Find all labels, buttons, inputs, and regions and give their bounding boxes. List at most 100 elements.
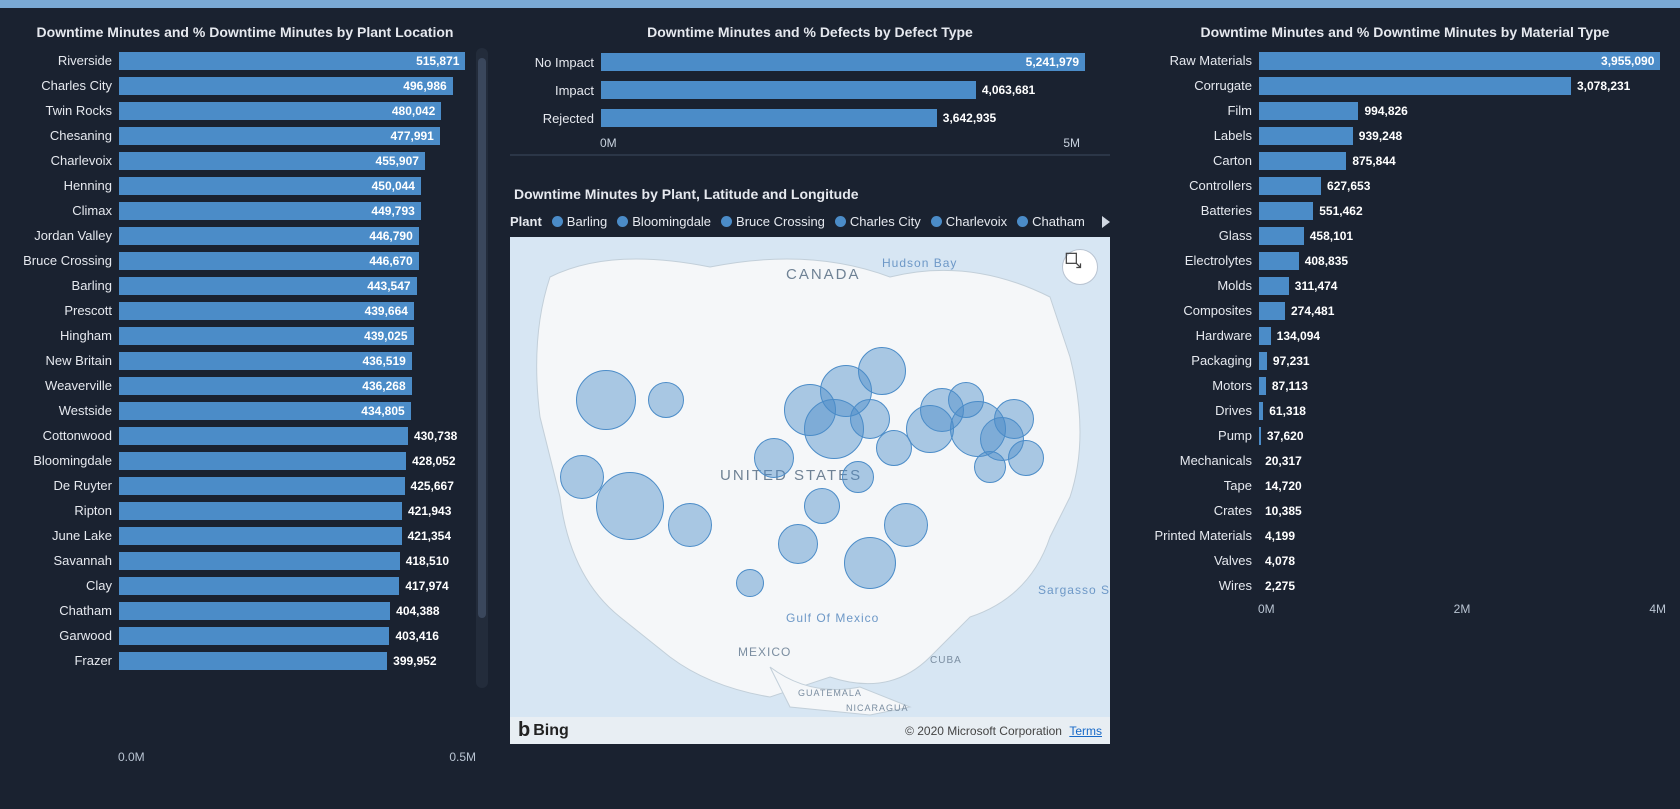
bar-value: 450,044 (372, 179, 415, 193)
bar-row[interactable]: Hingham439,025 (8, 323, 476, 348)
material-chart-area[interactable]: Raw Materials3,955,090Corrugate3,078,231… (1138, 48, 1672, 620)
bar-row[interactable]: Cottonwood430,738 (8, 423, 476, 448)
bar-row[interactable]: Bloomingdale428,052 (8, 448, 476, 473)
bar-row[interactable]: Weaverville436,268 (8, 373, 476, 398)
bar-row[interactable]: Valves4,078 (1138, 548, 1666, 573)
bar-row[interactable]: De Ruyter425,667 (8, 473, 476, 498)
bar-row[interactable]: Composites274,481 (1138, 298, 1666, 323)
focus-mode-icon[interactable] (1062, 249, 1098, 285)
bar-track: 551,462 (1258, 201, 1666, 221)
bar-category: Glass (1138, 228, 1258, 243)
bar-fill: 421,943 (118, 501, 403, 521)
map-bubble[interactable] (736, 569, 764, 597)
bar-fill: 443,547 (118, 276, 418, 296)
bar-row[interactable]: Charlevoix455,907 (8, 148, 476, 173)
defect-bars[interactable]: No Impact5,241,979Impact4,063,681Rejecte… (510, 48, 1110, 132)
bar-row[interactable]: Crates10,385 (1138, 498, 1666, 523)
bar-row[interactable]: Rejected3,642,935 (510, 104, 1110, 132)
legend-next-arrow-icon[interactable] (1102, 216, 1110, 228)
bar-row[interactable]: Frazer399,952 (8, 648, 476, 673)
bar-row[interactable]: Impact4,063,681 (510, 76, 1110, 104)
bar-row[interactable]: No Impact5,241,979 (510, 48, 1110, 76)
legend-item[interactable]: Charles City (835, 214, 921, 229)
bar-row[interactable]: Henning 450,044 (8, 173, 476, 198)
bar-row[interactable]: Westside434,805 (8, 398, 476, 423)
bar-row[interactable]: Packaging97,231 (1138, 348, 1666, 373)
legend-dot-icon (552, 216, 563, 227)
plant-scroll-thumb[interactable] (478, 58, 486, 618)
legend-item[interactable]: Chatham (1017, 214, 1085, 229)
bar-row[interactable]: Wires2,275 (1138, 573, 1666, 598)
bar-track: 418,510 (118, 551, 476, 571)
bar-row[interactable]: Labels939,248 (1138, 123, 1666, 148)
bar-row[interactable]: Tape14,720 (1138, 473, 1666, 498)
bar-row[interactable]: Carton875,844 (1138, 148, 1666, 173)
legend-item[interactable]: Bloomingdale (617, 214, 711, 229)
bar-row[interactable]: June Lake421,354 (8, 523, 476, 548)
bar-category: Batteries (1138, 203, 1258, 218)
bar-row[interactable]: Charles City496,986 (8, 73, 476, 98)
bar-fill: 515,871 (118, 51, 466, 71)
map-bubble[interactable] (668, 503, 712, 547)
bar-row[interactable]: Mechanicals20,317 (1138, 448, 1666, 473)
bar-row[interactable]: Savannah418,510 (8, 548, 476, 573)
bar-row[interactable]: Drives61,318 (1138, 398, 1666, 423)
bar-value: 404,388 (396, 604, 439, 618)
bar-row[interactable]: Glass458,101 (1138, 223, 1666, 248)
map-bubble[interactable] (560, 455, 604, 499)
map-bubble[interactable] (844, 537, 896, 589)
bar-row[interactable]: Film994,826 (1138, 98, 1666, 123)
bar-value: 449,793 (371, 204, 414, 218)
map-bubble[interactable] (1008, 440, 1044, 476)
bar-row[interactable]: Raw Materials3,955,090 (1138, 48, 1666, 73)
bar-row[interactable]: Hardware134,094 (1138, 323, 1666, 348)
bar-row[interactable]: Motors87,113 (1138, 373, 1666, 398)
bar-row[interactable]: Garwood403,416 (8, 623, 476, 648)
bar-value: 875,844 (1352, 154, 1395, 168)
bar-category: Controllers (1138, 178, 1258, 193)
bar-row[interactable]: Bruce Crossing446,670 (8, 248, 476, 273)
map-bubble[interactable] (884, 503, 928, 547)
map-bubble[interactable] (648, 382, 684, 418)
legend-item[interactable]: Barling (552, 214, 607, 229)
bar-row[interactable]: Pump37,620 (1138, 423, 1666, 448)
bar-category: Drives (1138, 403, 1258, 418)
bar-row[interactable]: Printed Materials4,199 (1138, 523, 1666, 548)
bar-row[interactable]: Twin Rocks480,042 (8, 98, 476, 123)
legend-item[interactable]: Bruce Crossing (721, 214, 825, 229)
plant-chart-area[interactable]: Riverside515,871Charles City496,986Twin … (8, 48, 482, 768)
bar-fill: 477,991 (118, 126, 441, 146)
bar-row[interactable]: Ripton421,943 (8, 498, 476, 523)
bar-row[interactable]: Prescott439,664 (8, 298, 476, 323)
bar-row[interactable]: Batteries551,462 (1138, 198, 1666, 223)
bar-value: 496,986 (403, 79, 446, 93)
map-bubble[interactable] (596, 472, 664, 540)
material-xtick-0: 0M (1258, 602, 1275, 616)
map-bubble[interactable] (842, 461, 874, 493)
map-visual[interactable]: CANADA UNITED STATES MEXICO Gulf Of Mexi… (510, 237, 1110, 717)
map-bubble[interactable] (754, 438, 794, 478)
map-bubble[interactable] (804, 488, 840, 524)
bar-row[interactable]: Jordan Valley446,790 (8, 223, 476, 248)
legend-item[interactable]: Charlevoix (931, 214, 1007, 229)
map-bubble[interactable] (778, 524, 818, 564)
map-bubble[interactable] (576, 370, 636, 430)
bar-row[interactable]: Molds311,474 (1138, 273, 1666, 298)
bar-row[interactable]: Chesaning477,991 (8, 123, 476, 148)
plant-x-axis: 0.0M 0.5M (8, 746, 476, 764)
map-terms-link[interactable]: Terms (1069, 724, 1102, 738)
bar-row[interactable]: Riverside515,871 (8, 48, 476, 73)
bar-row[interactable]: Barling443,547 (8, 273, 476, 298)
bar-row[interactable]: Corrugate3,078,231 (1138, 73, 1666, 98)
bar-row[interactable]: Chatham404,388 (8, 598, 476, 623)
bar-row[interactable]: Climax449,793 (8, 198, 476, 223)
bar-row[interactable]: Controllers627,653 (1138, 173, 1666, 198)
bar-row[interactable]: New Britain436,519 (8, 348, 476, 373)
bar-category: Henning (8, 178, 118, 193)
bar-category: Savannah (8, 553, 118, 568)
bar-row[interactable]: Clay417,974 (8, 573, 476, 598)
bar-row[interactable]: Electrolytes408,835 (1138, 248, 1666, 273)
bar-category: Bruce Crossing (8, 253, 118, 268)
plant-scrollbar[interactable] (476, 48, 488, 688)
bar-fill: 4,078 (1258, 551, 1260, 571)
